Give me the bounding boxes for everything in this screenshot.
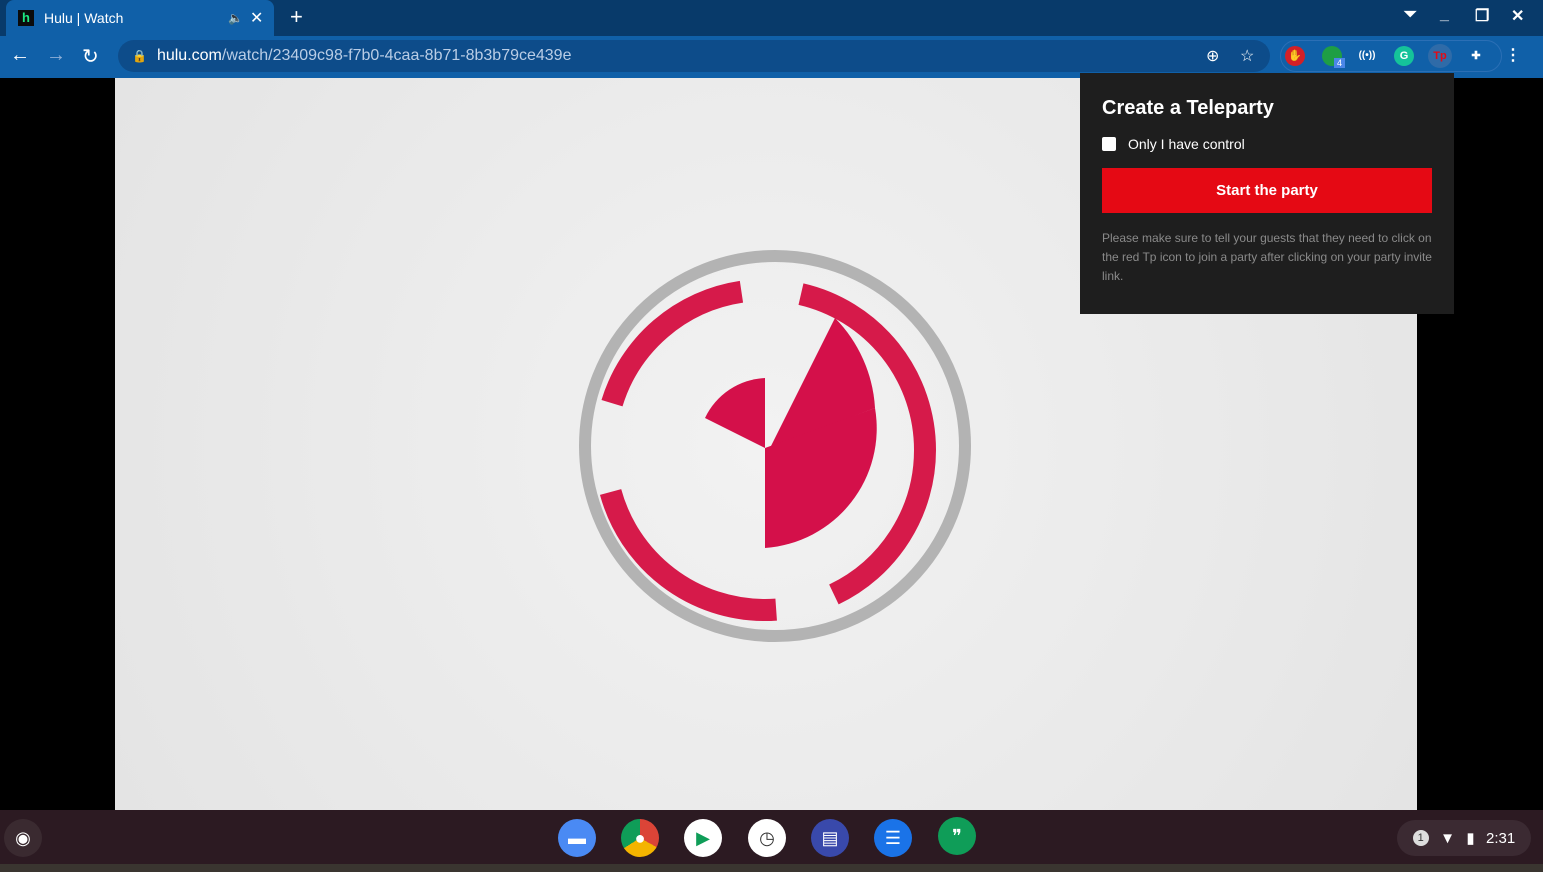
broadcast-icon[interactable]: ((•)) (1357, 46, 1377, 66)
forward-button[interactable]: → (46, 44, 66, 67)
battery-icon: ▮ (1466, 830, 1475, 847)
popup-note: Please make sure to tell your guests tha… (1102, 231, 1432, 283)
back-button[interactable]: ← (10, 44, 30, 67)
teleparty-popup: Create a Teleparty Only I have control S… (1080, 73, 1454, 314)
app-icon[interactable]: ▤ (811, 819, 849, 857)
install-icon[interactable]: ⊕ (1206, 46, 1219, 66)
shelf: ◉ ▬ ● ▶ ◷ ▤ ☰ ❞ 1 ▼ ▮ 2:31 (0, 810, 1543, 864)
star-icon[interactable]: ☆ (1240, 46, 1254, 66)
checkbox[interactable] (1102, 137, 1116, 151)
wifi-icon: ▼ (1440, 829, 1455, 847)
minimize-button[interactable]: _ (1440, 6, 1449, 24)
bottom-bar (0, 864, 1543, 872)
grammarly-icon[interactable]: G (1394, 46, 1414, 66)
extension-badge: 4 (1334, 58, 1346, 68)
address-bar[interactable]: 🔒 hulu.com/watch/23409c98-f7b0-4caa-8b71… (118, 40, 1270, 72)
hulu-favicon-icon: h (18, 10, 34, 26)
tab-title: Hulu | Watch (44, 10, 124, 26)
adblock-icon[interactable]: ✋ (1285, 46, 1305, 66)
tab-strip: h Hulu | Watch 🔈 ✕ + ⏷ _ ❐ ✕ (0, 0, 1543, 36)
reload-button[interactable]: ↻ (82, 44, 99, 69)
notification-count: 1 (1412, 830, 1429, 846)
only-i-control-checkbox[interactable]: Only I have control (1102, 136, 1432, 152)
puzzle-icon[interactable]: ✚ (1466, 46, 1486, 66)
popup-title: Create a Teleparty (1102, 97, 1274, 119)
speaker-icon[interactable]: 🔈 (228, 11, 243, 25)
start-party-button[interactable]: Start the party (1102, 168, 1432, 213)
checkbox-label: Only I have control (1128, 136, 1245, 152)
hangouts-app-icon[interactable]: ❞ (938, 817, 976, 855)
teleparty-icon[interactable]: Tp (1428, 44, 1452, 68)
restore-button[interactable]: ❐ (1475, 6, 1489, 26)
url-domain: hulu.com (156, 47, 222, 64)
new-tab-button[interactable]: + (290, 4, 303, 30)
close-tab-icon[interactable]: ✕ (250, 8, 263, 28)
messages-app-icon[interactable]: ☰ (874, 819, 912, 857)
tab-hulu[interactable]: h Hulu | Watch 🔈 ✕ (6, 0, 274, 36)
lock-icon: 🔒 (132, 49, 147, 63)
launcher-button[interactable]: ◉ (4, 819, 42, 857)
close-window-button[interactable]: ✕ (1511, 6, 1524, 26)
toolbar: ← → ↻ 🔒 hulu.com/watch/23409c98-f7b0-4ca… (0, 36, 1543, 78)
status-tray[interactable]: 1 ▼ ▮ 2:31 (1397, 820, 1531, 856)
menu-icon[interactable]: ⋮ (1503, 46, 1523, 66)
clock-time: 2:31 (1486, 829, 1516, 847)
clock-app-icon[interactable]: ◷ (748, 819, 786, 857)
files-app-icon[interactable]: ▬ (558, 819, 596, 857)
chrome-app-icon[interactable]: ● (621, 819, 659, 857)
url-path: /watch/23409c98-f7b0-4caa-8b71-8b3b79ce4… (221, 47, 572, 64)
dropdown-icon[interactable]: ⏷ (1404, 6, 1417, 24)
play-store-icon[interactable]: ▶ (684, 819, 722, 857)
